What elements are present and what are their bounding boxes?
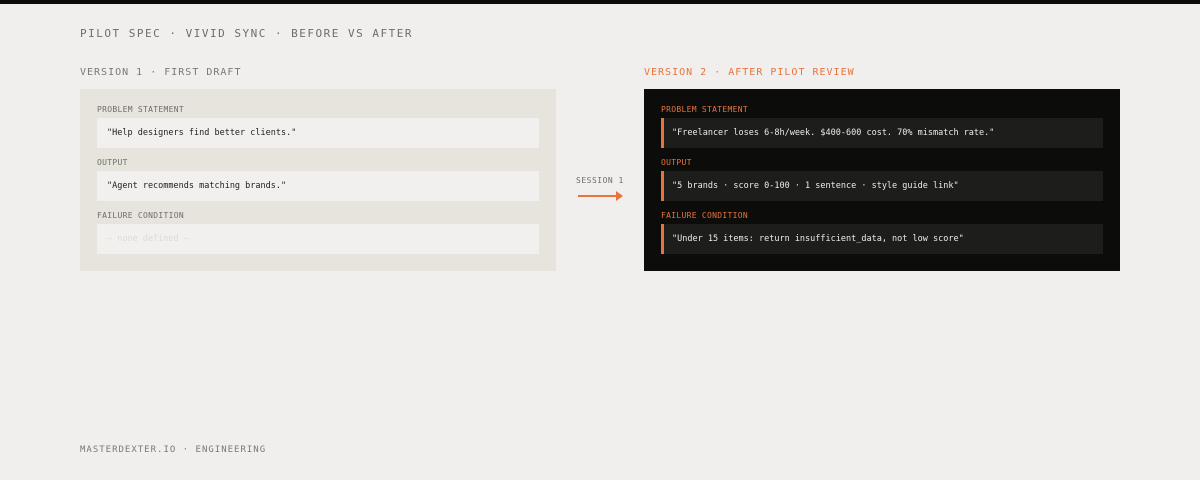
- footer-brand: MASTERDEXTER.IO · ENGINEERING: [80, 445, 267, 455]
- right-arrow-icon: [576, 191, 624, 201]
- v2-problem-statement-value: "Freelancer loses 6-8h/week. $400-600 co…: [661, 118, 1103, 148]
- v2-failure-condition-label: FAILURE CONDITION: [661, 211, 748, 220]
- v2-output-label: OUTPUT: [661, 158, 692, 167]
- version-1-panel: PROBLEM STATEMENT "Help designers find b…: [80, 89, 556, 271]
- v2-problem-statement-label: PROBLEM STATEMENT: [661, 105, 748, 114]
- session-connector: SESSION 1: [576, 176, 626, 201]
- v2-output-value: "5 brands · score 0-100 · 1 sentence · s…: [661, 171, 1103, 201]
- page-title: PILOT SPEC · VIVID SYNC · BEFORE VS AFTE…: [80, 27, 414, 40]
- v1-problem-statement-value: "Help designers find better clients.": [97, 118, 539, 148]
- v1-failure-condition-label: FAILURE CONDITION: [97, 211, 184, 220]
- version-2-panel: PROBLEM STATEMENT "Freelancer loses 6-8h…: [644, 89, 1120, 271]
- v1-problem-statement-label: PROBLEM STATEMENT: [97, 105, 184, 114]
- top-bar: [0, 0, 1200, 4]
- version-1-label: VERSION 1 · FIRST DRAFT: [80, 67, 242, 78]
- v1-failure-condition-value: — none defined —: [97, 224, 539, 254]
- v1-output-value: "Agent recommends matching brands.": [97, 171, 539, 201]
- v2-failure-condition-value: "Under 15 items: return insufficient_dat…: [661, 224, 1103, 254]
- v1-output-label: OUTPUT: [97, 158, 128, 167]
- session-label: SESSION 1: [576, 176, 624, 185]
- version-2-label: VERSION 2 · AFTER PILOT REVIEW: [644, 67, 855, 78]
